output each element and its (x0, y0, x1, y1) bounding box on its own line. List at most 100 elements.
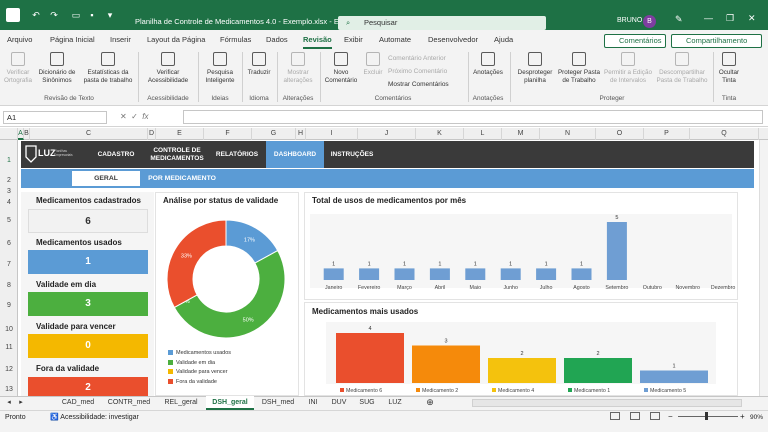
fx-icon[interactable]: fx (142, 112, 148, 121)
next-comment-button[interactable]: Próximo Comentário (388, 66, 447, 78)
zoom-slider-thumb[interactable] (705, 412, 708, 420)
row-header[interactable]: 10 (0, 326, 18, 333)
row-header[interactable]: 8 (0, 282, 18, 289)
row-header[interactable]: 3 (0, 188, 18, 195)
tab-automate[interactable]: Automate (379, 30, 411, 49)
nav-controle[interactable]: CONTROLE DE MEDICAMENTOS (146, 141, 208, 168)
nav-cadastro[interactable]: CADASTRO (88, 141, 144, 168)
tab-formulas[interactable]: Fórmulas (220, 30, 251, 49)
minimize-icon[interactable]: — (704, 13, 713, 23)
sheet-prev-icon[interactable]: ◂ (4, 396, 14, 410)
save-icon[interactable]: ▪ (86, 9, 98, 21)
protect-workbook-button[interactable]: Proteger Pasta de Trabalho (556, 52, 602, 94)
column-header[interactable]: N (540, 128, 596, 140)
row-header[interactable]: 1 (0, 157, 18, 164)
translate-button[interactable]: Traduzir (244, 52, 274, 94)
subtab-geral[interactable]: GERAL (72, 171, 140, 186)
tab-revisao[interactable]: Revisão (303, 30, 332, 49)
zoom-slider[interactable] (678, 416, 738, 417)
workbook-stats-button[interactable]: Estatísticas da pasta de trabalho (82, 52, 134, 94)
ribbon-display-icon[interactable]: ✎ (675, 14, 683, 25)
new-file-icon[interactable]: ▭ (70, 9, 82, 21)
column-header[interactable]: Q (690, 128, 759, 140)
tab-arquivo[interactable]: Arquivo (7, 30, 32, 49)
sheet-tab[interactable]: DUV (326, 396, 352, 410)
sheet-tab[interactable]: INI (302, 396, 324, 410)
nav-dashboard[interactable]: DASHBOARD (266, 141, 324, 168)
column-header[interactable]: J (358, 128, 416, 140)
notes-button[interactable]: Anotações (470, 52, 506, 94)
zoom-out-icon[interactable]: − (668, 412, 673, 421)
column-header[interactable]: E (156, 128, 204, 140)
page-break-icon[interactable] (650, 412, 660, 420)
row-header[interactable]: 13 (0, 386, 18, 393)
row-header[interactable]: 9 (0, 302, 18, 309)
formula-input[interactable] (183, 110, 763, 124)
tab-layout[interactable]: Layout da Página (147, 30, 205, 49)
column-header[interactable]: K (416, 128, 464, 140)
column-header[interactable]: C (30, 128, 148, 140)
row-header[interactable]: 6 (0, 240, 18, 247)
customize-qat-icon[interactable]: ▾ (104, 9, 116, 21)
tab-desenvolvedor[interactable]: Desenvolvedor (428, 30, 478, 49)
show-changes-button[interactable]: Mostrar alterações (280, 52, 316, 94)
column-header[interactable]: P (644, 128, 690, 140)
sheet-next-icon[interactable]: ▸ (16, 396, 26, 410)
tab-dados[interactable]: Dados (266, 30, 288, 49)
redo-icon[interactable]: ↷ (48, 9, 60, 21)
row-header[interactable]: 12 (0, 366, 18, 373)
column-header[interactable]: O (596, 128, 644, 140)
column-header[interactable]: H (296, 128, 306, 140)
search-box[interactable]: ⌕ Pesquisar (338, 16, 546, 30)
name-box[interactable]: A1 (3, 111, 107, 124)
smart-lookup-button[interactable]: Pesquisa Inteligente (200, 52, 240, 94)
vertical-scrollbar[interactable] (759, 140, 768, 396)
spell-check-button[interactable]: Verificar Ortografia (4, 52, 32, 94)
close-icon[interactable]: ✕ (748, 13, 756, 24)
select-all-corner[interactable] (0, 128, 18, 140)
row-header[interactable]: 4 (0, 199, 18, 206)
add-sheet-icon[interactable]: ⊕ (422, 396, 438, 410)
nav-relatorios[interactable]: RELATÓRIOS (210, 141, 264, 168)
tab-ajuda[interactable]: Ajuda (494, 30, 513, 49)
sheet-tab[interactable]: CAD_med (56, 396, 100, 410)
autosave-toggle[interactable] (6, 8, 20, 22)
allow-edit-ranges-button[interactable]: Permitir a Edição de Intervalos (602, 52, 654, 94)
column-header[interactable]: I (306, 128, 358, 140)
column-header[interactable]: G (252, 128, 296, 140)
column-header[interactable]: D (148, 128, 156, 140)
column-header[interactable]: M (502, 128, 540, 140)
restore-icon[interactable]: ❐ (726, 13, 734, 24)
unprotect-sheet-button[interactable]: Desproteger planilha (514, 52, 556, 94)
share-button[interactable]: Compartilhamento (671, 34, 762, 48)
row-header[interactable]: 7 (0, 261, 18, 268)
tab-inserir[interactable]: Inserir (110, 30, 131, 49)
normal-view-icon[interactable] (610, 412, 620, 420)
undo-icon[interactable]: ↶ (30, 9, 42, 21)
new-comment-button[interactable]: Novo Comentário (322, 52, 360, 94)
hide-ink-button[interactable]: Ocultar Tinta (716, 52, 742, 94)
horizontal-scrollbar[interactable] (472, 399, 742, 407)
previous-comment-button[interactable]: Comentário Anterior (388, 53, 446, 65)
delete-comment-button[interactable]: Excluir (360, 52, 386, 94)
page-layout-icon[interactable] (630, 412, 640, 420)
sheet-tab[interactable]: SUG (354, 396, 380, 410)
zoom-level[interactable]: 90% (750, 414, 763, 421)
sheet-tab[interactable]: LUZ (382, 396, 408, 410)
accessibility-status[interactable]: ♿ Acessibilidade: investigar (50, 413, 139, 421)
accessibility-button[interactable]: Verificar Acessibilidade (142, 52, 194, 94)
show-comments-button[interactable]: Mostrar Comentários (388, 79, 449, 91)
sheet-tab[interactable]: CONTR_med (102, 396, 156, 410)
sheet-tab[interactable]: DSH_med (256, 396, 300, 410)
row-header[interactable]: 2 (0, 177, 18, 184)
row-header[interactable]: 11 (0, 344, 18, 351)
row-header[interactable]: 5 (0, 217, 18, 224)
unshare-workbook-button[interactable]: Descompartilhar Pasta de Trabalho (654, 52, 710, 94)
zoom-in-icon[interactable]: + (740, 412, 745, 421)
column-header[interactable]: L (464, 128, 502, 140)
nav-instrucoes[interactable]: INSTRUÇÕES (326, 141, 378, 168)
sheet-tab-active[interactable]: DSH_geral (206, 396, 254, 410)
comments-button[interactable]: Comentários (604, 34, 666, 48)
tab-pagina-inicial[interactable]: Página Inicial (50, 30, 95, 49)
avatar[interactable]: B (643, 15, 656, 28)
